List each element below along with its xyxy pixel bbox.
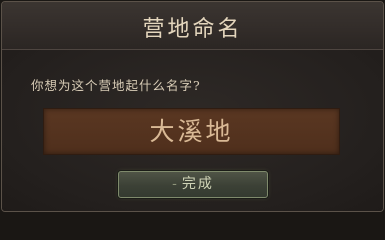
name-prompt: 你想为这个营地起什么名字?	[31, 78, 201, 93]
camp-name-input[interactable]: 大溪地	[43, 108, 340, 155]
camp-name-value: 大溪地	[149, 117, 234, 146]
button-dash: -	[172, 176, 179, 192]
done-button-label: 完成	[181, 176, 214, 192]
done-button[interactable]: - 完成	[118, 171, 268, 198]
dialog-title-bar: 营地命名	[2, 2, 383, 50]
dialog-title: 营地命名	[142, 17, 243, 42]
